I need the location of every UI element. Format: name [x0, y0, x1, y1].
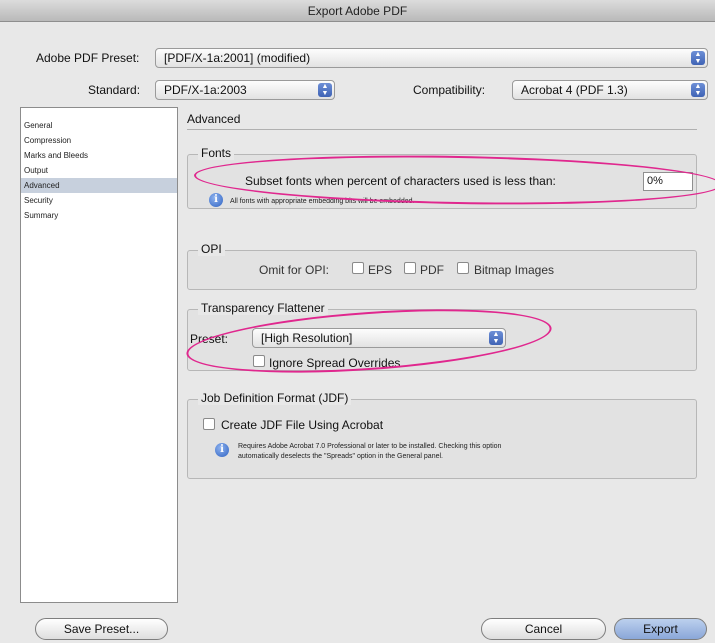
sidebar-item-security[interactable]: Security [21, 193, 177, 208]
omit-bitmap-checkbox[interactable] [457, 262, 469, 274]
jdf-note-line2: automatically deselects the "Spreads" op… [238, 453, 443, 460]
sidebar-item-advanced[interactable]: Advanced [21, 178, 177, 193]
export-button[interactable]: Export [614, 618, 707, 640]
save-preset-button[interactable]: Save Preset... [35, 618, 168, 640]
opi-group-title: OPI [198, 242, 225, 256]
sidebar-item-marks-and-bleeds[interactable]: Marks and Bleeds [21, 148, 177, 163]
omit-bitmap-label: Bitmap Images [474, 263, 555, 277]
popup-arrows-icon: ▲ ▼ [691, 51, 705, 65]
omit-opi-label: Omit for OPI: [259, 263, 330, 277]
sidebar-item-general[interactable]: General [21, 118, 177, 133]
preset-value: [PDF/X-1a:2001] (modified) [164, 51, 311, 65]
popup-arrows-icon: ▲ ▼ [691, 83, 705, 97]
omit-pdf-checkbox[interactable] [404, 262, 416, 274]
flattener-preset-dropdown[interactable]: [High Resolution] ▲ ▼ [252, 328, 506, 348]
panel-divider [187, 129, 697, 130]
preset-label: Adobe PDF Preset: [36, 51, 140, 65]
subset-percent-input[interactable]: 0% [643, 172, 693, 191]
compatibility-value: Acrobat 4 (PDF 1.3) [521, 83, 628, 97]
standard-label: Standard: [88, 83, 141, 97]
fonts-note: All fonts with appropriate embedding bit… [230, 198, 415, 205]
info-icon: i [215, 443, 229, 457]
ignore-spread-overrides-checkbox[interactable] [253, 355, 265, 367]
flattener-group-title: Transparency Flattener [198, 301, 328, 315]
info-icon: i [209, 193, 223, 207]
standard-value: PDF/X-1a:2003 [164, 83, 247, 97]
flattener-preset-value: [High Resolution] [261, 331, 353, 345]
create-jdf-label: Create JDF File Using Acrobat [221, 418, 384, 432]
window-title: Export Adobe PDF [0, 0, 715, 22]
jdf-group [187, 399, 697, 479]
compatibility-label: Compatibility: [413, 83, 486, 97]
create-jdf-checkbox[interactable] [203, 418, 215, 430]
omit-pdf-label: PDF [420, 263, 444, 277]
compatibility-dropdown[interactable]: Acrobat 4 (PDF 1.3) ▲ ▼ [512, 80, 708, 100]
sidebar-item-compression[interactable]: Compression [21, 133, 177, 148]
flattener-preset-label: Preset: [190, 332, 229, 346]
category-list: General Compression Marks and Bleeds Out… [20, 107, 178, 603]
popup-arrows-icon: ▲ ▼ [489, 331, 503, 345]
jdf-note-line1: Requires Adobe Acrobat 7.0 Professional … [238, 443, 502, 450]
sidebar-item-summary[interactable]: Summary [21, 208, 177, 223]
omit-eps-label: EPS [368, 263, 393, 277]
cancel-button[interactable]: Cancel [481, 618, 606, 640]
panel-title: Advanced [187, 112, 241, 126]
export-pdf-dialog: Export Adobe PDF Adobe PDF Preset: [PDF/… [0, 0, 715, 643]
popup-arrows-icon: ▲ ▼ [318, 83, 332, 97]
jdf-group-title: Job Definition Format (JDF) [198, 391, 352, 405]
sidebar-item-output[interactable]: Output [21, 163, 177, 178]
subset-fonts-label: Subset fonts when percent of characters … [245, 174, 556, 188]
preset-dropdown[interactable]: [PDF/X-1a:2001] (modified) ▲ ▼ [155, 48, 708, 68]
ignore-spread-overrides-label: Ignore Spread Overrides [269, 356, 401, 370]
standard-dropdown[interactable]: PDF/X-1a:2003 ▲ ▼ [155, 80, 335, 100]
fonts-group-title: Fonts [198, 146, 235, 160]
omit-eps-checkbox[interactable] [352, 262, 364, 274]
